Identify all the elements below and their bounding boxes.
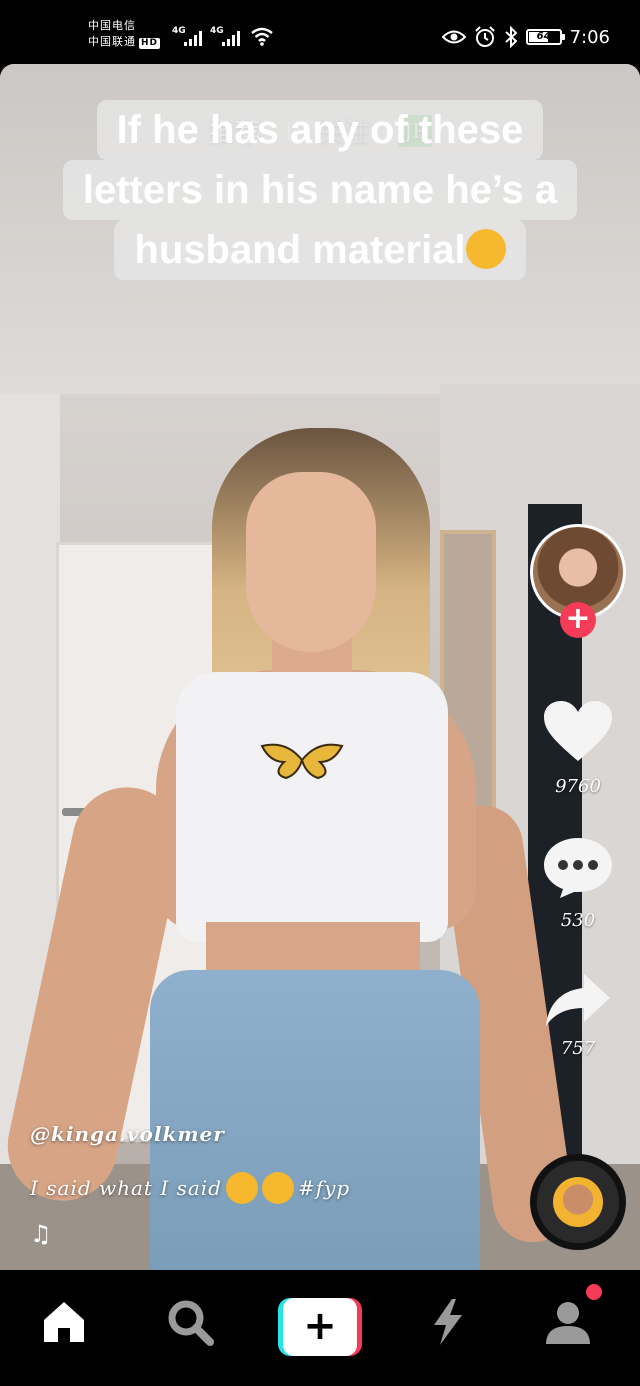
music-disc[interactable] (530, 1154, 626, 1250)
carrier-2: 中国联通 (88, 35, 136, 48)
hd-badge: HD (139, 38, 161, 49)
eye-icon (441, 30, 466, 44)
nav-bolt[interactable] (424, 1296, 472, 1348)
person-top (176, 672, 448, 942)
status-bar: 中国电信 中国联通 HD 4G 4G 64 7:06 (0, 0, 640, 64)
nav-profile[interactable] (542, 1296, 594, 1348)
carrier-1: 中国电信 (88, 19, 136, 32)
relieved-emoji-icon (225, 1172, 258, 1204)
bolt-icon (434, 1299, 462, 1345)
caption-line-3: husband material (114, 220, 526, 280)
like-count: 9760 (555, 776, 601, 797)
bottom-nav: + (0, 1270, 640, 1386)
caption-line-2: letters in his name he’s a (62, 160, 578, 220)
comment-icon (544, 838, 612, 898)
share-button[interactable] (540, 970, 616, 1030)
music-note-icon[interactable]: ♫ (30, 1220, 52, 1248)
clock: 7:06 (569, 26, 610, 48)
carrier-info: 中国电信 中国联通 HD (88, 18, 161, 50)
plus-icon: + (283, 1298, 357, 1356)
video-caption: If he has any of these letters in his na… (0, 100, 640, 280)
hashtag[interactable]: #fyp (298, 1176, 350, 1200)
alarm-icon (474, 26, 495, 47)
nav-home[interactable] (38, 1296, 90, 1348)
wifi-icon (251, 27, 273, 46)
signal-icon (184, 28, 202, 46)
battery-icon: 64 (525, 29, 565, 45)
wink-emoji-icon (465, 229, 506, 269)
follow-button[interactable]: + (560, 602, 596, 638)
nav-search[interactable] (164, 1296, 216, 1348)
butterfly-print (260, 743, 344, 780)
music-cover (553, 1177, 603, 1227)
search-icon (168, 1300, 214, 1346)
create-button[interactable]: + (278, 1298, 362, 1356)
video-player[interactable]: 推荐 关注 JP If he has any of these letters … (0, 64, 640, 1270)
person-face (246, 472, 376, 652)
creator-username[interactable]: @kinga.volkmer (30, 1122, 225, 1146)
notification-dot (586, 1284, 602, 1300)
description-text: I said what I said (30, 1176, 222, 1200)
share-count: 757 (560, 1038, 596, 1059)
profile-icon (546, 1302, 590, 1344)
caption-line-3-text: husband material (134, 228, 466, 272)
yum-emoji-icon (261, 1172, 294, 1204)
comment-button[interactable] (540, 832, 616, 902)
home-icon (44, 1302, 84, 1342)
battery-level: 64 (536, 31, 551, 42)
comment-count: 530 (560, 910, 596, 931)
caption-line-1: If he has any of these (96, 100, 544, 160)
signal-icon-2 (222, 28, 240, 46)
bluetooth-icon (504, 26, 518, 48)
like-button[interactable] (540, 696, 616, 766)
person-jeans (150, 970, 480, 1270)
post-description: I said what I said #fyp (30, 1172, 350, 1204)
share-icon (546, 974, 610, 1026)
heart-icon (544, 701, 612, 761)
